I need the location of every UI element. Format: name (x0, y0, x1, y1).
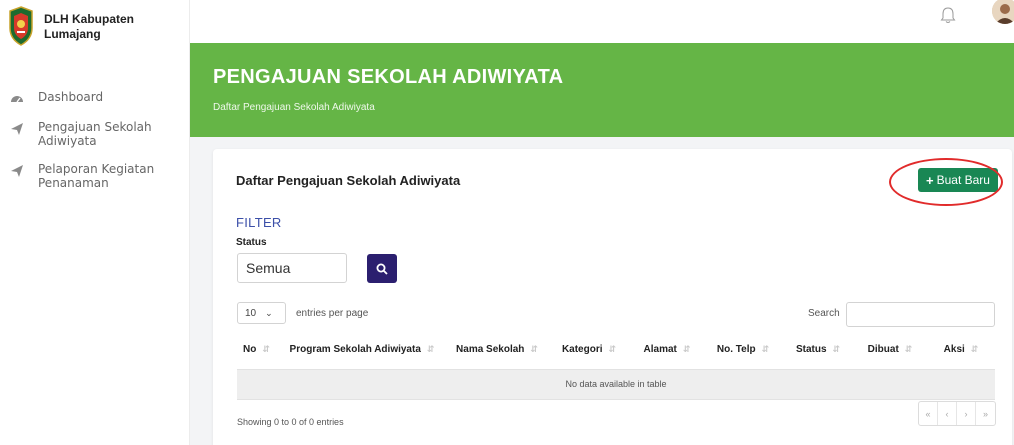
page-header: PENGAJUAN SEKOLAH ADIWIYATA Daftar Penga… (190, 43, 1014, 137)
dashboard-icon (11, 96, 23, 103)
sidebar-item-label: Dashboard (38, 90, 104, 104)
page-subtitle: Daftar Pengajuan Sekolah Adiwiyata (213, 102, 375, 113)
sidebar-nav: Dashboard Pengajuan Sekolah Adiwiyata Pe… (0, 90, 189, 190)
table-row: No data available in table (237, 369, 995, 400)
column-header-no-telp[interactable]: No. Telp ⇵ (703, 331, 783, 370)
sort-icon: ⇵ (761, 344, 770, 355)
filter-search-button[interactable] (367, 254, 397, 283)
sort-icon: ⇵ (682, 344, 691, 355)
filter-title: FILTER (236, 215, 282, 230)
highlight-annotation (889, 158, 1003, 206)
column-header-alamat[interactable]: Alamat ⇵ (631, 331, 703, 370)
sidebar-item-label: Pengajuan Sekolah Adiwiyata (38, 120, 152, 148)
sort-icon: ⇵ (530, 344, 538, 355)
data-table: No ⇵ Program Sekolah Adiwiyata ⇵ Nama Seko… (237, 331, 995, 400)
sidebar: DLH Kabupaten Lumajang Dashboard Pengaju… (0, 0, 190, 445)
previous-page-button[interactable]: ‹ (938, 402, 957, 425)
sort-icon: ⇵ (832, 344, 841, 355)
chevron-down-icon: ⌄ (265, 307, 273, 318)
next-page-button[interactable]: › (957, 402, 976, 425)
brand-name: DLH Kabupaten Lumajang (44, 12, 134, 41)
sidebar-item-pelaporan[interactable]: Pelaporan Kegiatan Penanaman (0, 162, 189, 190)
table-info: Showing 0 to 0 of 0 entries (237, 417, 344, 427)
page-title: PENGAJUAN SEKOLAH ADIWIYATA (213, 66, 564, 88)
content-card: Daftar Pengajuan Sekolah Adiwiyata + Bua… (213, 149, 1012, 445)
status-label: Status (236, 237, 267, 248)
sidebar-item-dashboard[interactable]: Dashboard (0, 90, 189, 106)
last-page-button[interactable]: » (976, 402, 995, 425)
send-icon (11, 123, 23, 135)
entries-per-page-select[interactable]: 10 ⌄ (237, 302, 286, 324)
sidebar-item-label: Pelaporan Kegiatan Penanaman (38, 162, 155, 190)
status-select[interactable]: Semua (237, 253, 347, 283)
user-avatar-image (992, 0, 1014, 24)
avatar[interactable] (992, 0, 1014, 24)
brand[interactable]: DLH Kabupaten Lumajang (0, 0, 189, 70)
column-header-dibuat[interactable]: Dibuat ⇵ (853, 331, 927, 370)
card-title: Daftar Pengajuan Sekolah Adiwiyata (236, 173, 461, 188)
send-icon (11, 165, 23, 177)
table-search-input[interactable] (846, 302, 995, 327)
sort-icon: ⇵ (608, 344, 617, 355)
search-label: Search (808, 308, 840, 319)
pagination: « ‹ › » (918, 401, 996, 426)
sort-icon: ⇵ (970, 344, 979, 355)
first-page-button[interactable]: « (919, 402, 938, 425)
search-icon (376, 263, 388, 275)
column-header-no[interactable]: No ⇵ (237, 331, 277, 370)
bell-icon[interactable] (940, 6, 956, 24)
sort-icon: ⇵ (262, 344, 270, 355)
sort-icon: ⇵ (904, 344, 913, 355)
column-header-nama-sekolah[interactable]: Nama Sekolah ⇵ (447, 331, 547, 370)
sort-icon: ⇵ (426, 344, 435, 355)
entries-per-page-text: entries per page (296, 308, 369, 319)
sidebar-item-pengajuan[interactable]: Pengajuan Sekolah Adiwiyata (0, 120, 189, 148)
topbar (190, 0, 1014, 43)
emblem-logo (9, 6, 33, 46)
column-header-aksi[interactable]: Aksi ⇵ (927, 331, 995, 370)
table-header-row: No ⇵ Program Sekolah Adiwiyata ⇵ Nama Seko… (237, 331, 995, 370)
entries-value: 10 (245, 307, 257, 319)
empty-table-message: No data available in table (237, 369, 995, 400)
column-header-program[interactable]: Program Sekolah Adiwiyata ⇵ (277, 331, 447, 370)
column-header-status[interactable]: Status ⇵ (783, 331, 853, 370)
column-header-kategori[interactable]: Kategori ⇵ (547, 331, 631, 370)
